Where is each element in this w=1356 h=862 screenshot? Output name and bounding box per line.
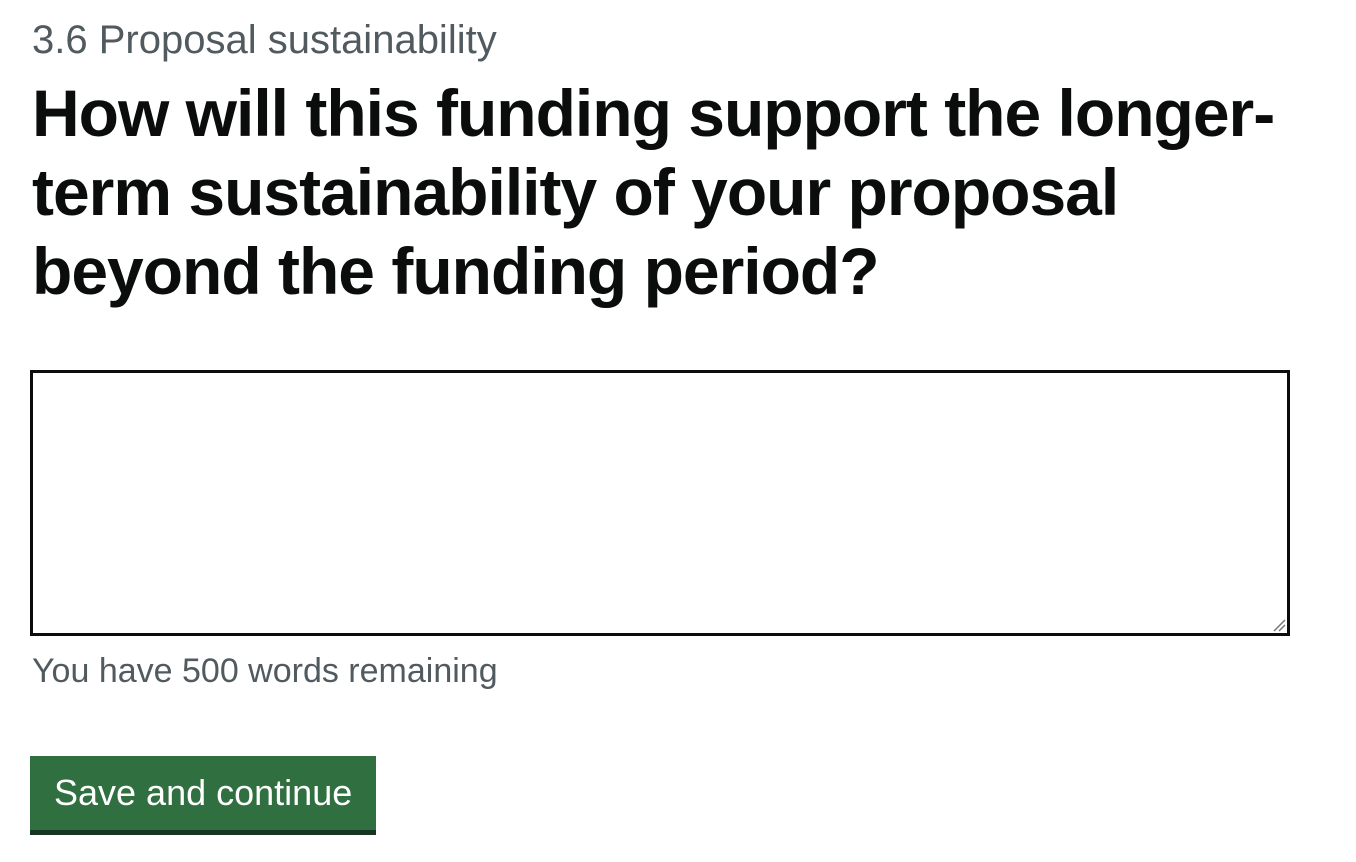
page-title: How will this funding support the longer… — [32, 76, 1275, 308]
answer-field-wrapper — [30, 370, 1290, 636]
answer-textarea[interactable] — [30, 370, 1290, 636]
save-and-continue-button[interactable]: Save and continue — [30, 756, 377, 830]
word-count-hint: You have 500 words remaining — [32, 652, 498, 690]
section-caption: 3.6 Proposal sustainability — [32, 18, 497, 62]
page: 3.6 Proposal sustainability How will thi… — [0, 0, 1356, 862]
resize-grip-icon[interactable] — [1270, 616, 1286, 632]
